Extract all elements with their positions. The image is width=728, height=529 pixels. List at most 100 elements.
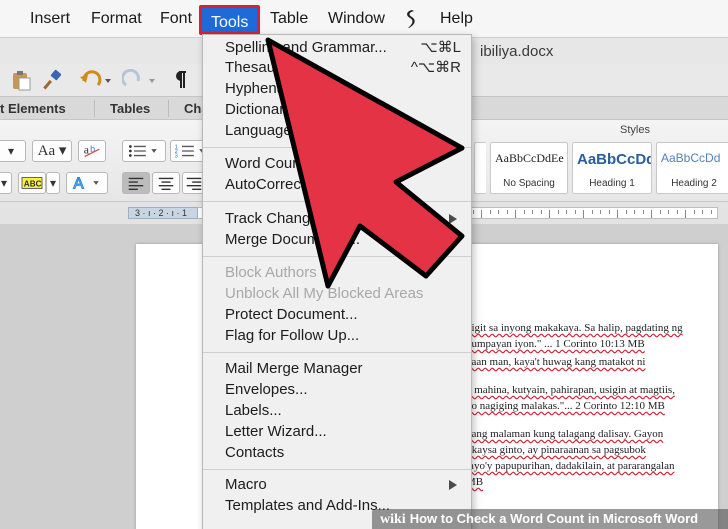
ruler-tick bbox=[591, 210, 593, 214]
highlight-dropdown[interactable]: ▾ bbox=[46, 172, 60, 194]
format-painter-icon[interactable] bbox=[42, 69, 64, 91]
ruler-tick bbox=[668, 210, 669, 214]
styles-group-label: Styles bbox=[620, 124, 650, 136]
ruler-margin: 3 · ı · 2 · ı · 1 bbox=[128, 207, 198, 219]
menu-format[interactable]: Format bbox=[91, 8, 142, 30]
submenu-arrow-icon bbox=[449, 214, 457, 224]
document-title: ibiliya.docx bbox=[480, 43, 554, 60]
ruler-tick bbox=[608, 210, 610, 214]
style-heading-2[interactable]: AaBbCcDd Heading 2 bbox=[656, 142, 728, 194]
ruler-tick bbox=[472, 210, 474, 214]
menu-item-merge-documents[interactable]: Merge Documents... bbox=[225, 231, 360, 249]
ruler-tick bbox=[566, 210, 567, 214]
menu-tools[interactable]: Tools bbox=[199, 5, 261, 35]
watermark-text: How to Check a Word Count in Microsoft W… bbox=[409, 511, 699, 526]
ruler-tick bbox=[532, 210, 533, 214]
style-sample: AaBbCcDd bbox=[661, 151, 721, 165]
menu-item-templates-addins[interactable]: Templates and Add-Ins... bbox=[225, 497, 390, 515]
menu-item-dictionary[interactable]: Dictionary... bbox=[225, 101, 303, 119]
ruler-tick bbox=[659, 210, 661, 214]
menu-separator bbox=[203, 147, 471, 148]
ruler-tick bbox=[498, 210, 499, 214]
paste-icon[interactable] bbox=[10, 69, 32, 91]
show-formatting-icon[interactable] bbox=[172, 69, 188, 91]
style-name: No Spacing bbox=[503, 178, 555, 189]
menu-separator bbox=[203, 469, 471, 470]
tab-tables[interactable]: Tables bbox=[110, 101, 150, 116]
menu-separator bbox=[203, 201, 471, 202]
style-sample: AaBbCcDd bbox=[577, 151, 652, 168]
redo-icon[interactable] bbox=[122, 69, 158, 91]
menu-item-block-authors: Block Authors bbox=[225, 264, 317, 281]
style-heading-1[interactable]: AaBbCcDd Heading 1 bbox=[572, 142, 652, 194]
clear-formatting-icon[interactable]: ab bbox=[78, 140, 106, 162]
ruler-tick bbox=[481, 210, 482, 218]
align-center-icon[interactable] bbox=[152, 172, 180, 194]
ruler-tick bbox=[583, 210, 584, 218]
menu-table[interactable]: Table bbox=[270, 8, 308, 30]
menu-item-contacts[interactable]: Contacts bbox=[225, 444, 284, 462]
ruler-tick bbox=[489, 210, 491, 214]
screenshot-frame: Insert Format Font Tools Table Window He… bbox=[0, 0, 728, 529]
menu-item-labels[interactable]: Labels... bbox=[225, 402, 282, 420]
menu-item-thesaurus[interactable]: Thesaurus... bbox=[225, 59, 308, 77]
undo-icon[interactable] bbox=[78, 69, 114, 91]
ruler-tick bbox=[549, 210, 550, 218]
ruler-tick bbox=[651, 210, 652, 218]
font-color-dropdown[interactable]: ▾ bbox=[0, 172, 12, 194]
ruler-tick bbox=[702, 210, 703, 214]
menu-item-mail-merge-manager[interactable]: Mail Merge Manager bbox=[225, 360, 363, 378]
ruler-tick bbox=[506, 210, 508, 214]
tab-document-elements[interactable]: t Elements bbox=[0, 101, 66, 116]
menu-item-letter-wizard[interactable]: Letter Wizard... bbox=[225, 423, 327, 441]
doc-text-line: gumpayan iyon." ... 1 Corinto 10:13 MB bbox=[466, 338, 645, 350]
menu-item-envelopes[interactable]: Envelopes... bbox=[225, 381, 308, 399]
menu-item-hyphenation[interactable]: Hyphenation... bbox=[225, 80, 322, 98]
menu-item-autocorrect[interactable]: AutoCorrect... bbox=[225, 176, 318, 194]
tools-menu-dropdown: Spelling and Grammar... ⌥⌘L Thesaurus...… bbox=[202, 34, 472, 529]
svg-text:ABC: ABC bbox=[24, 180, 42, 189]
menu-separator bbox=[203, 256, 471, 257]
bullet-list-icon[interactable] bbox=[122, 140, 166, 162]
svg-text:A: A bbox=[73, 175, 84, 192]
menu-item-track-changes[interactable]: Track Changes bbox=[225, 210, 326, 228]
menu-item-language[interactable]: Language... bbox=[225, 122, 304, 140]
tab-separator bbox=[94, 100, 95, 117]
watermark-brand: wiki bbox=[380, 512, 406, 527]
menu-font[interactable]: Font bbox=[160, 8, 192, 30]
ruler-tick bbox=[515, 210, 516, 218]
change-case-button[interactable]: Aa ▾ bbox=[32, 140, 72, 162]
menu-item-macro[interactable]: Macro bbox=[225, 476, 267, 494]
ruler-tick bbox=[642, 210, 644, 214]
doc-text-line: pang malaman kung talagang dalisay. Gayo… bbox=[466, 428, 664, 440]
doc-text-line: yaan man, kaya't huwag kang matakot ni bbox=[466, 356, 646, 368]
style-name: Heading 2 bbox=[671, 178, 717, 189]
menu-help[interactable]: Help bbox=[440, 8, 473, 30]
ruler-tick bbox=[600, 210, 601, 214]
style-card-partial[interactable] bbox=[474, 142, 486, 194]
style-no-spacing[interactable]: AaBbCcDdEe No Spacing bbox=[490, 142, 568, 194]
shortcut-thesaurus: ^⌥⌘R bbox=[410, 59, 461, 76]
align-left-icon[interactable] bbox=[122, 172, 150, 194]
ruler-tick bbox=[625, 210, 627, 214]
menu-item-unblock-areas: Unblock All My Blocked Areas bbox=[225, 285, 424, 302]
menu-separator bbox=[203, 352, 471, 353]
doc-text-line: higit sa inyong makakaya. Sa halip, pagd… bbox=[466, 322, 683, 334]
menu-item-flag-follow-up[interactable]: Flag for Follow Up... bbox=[225, 327, 359, 345]
menu-item-spelling-grammar[interactable]: Spelling and Grammar... bbox=[225, 39, 387, 57]
text-size-button[interactable]: ▾ bbox=[0, 140, 26, 162]
style-sample: AaBbCcDdEe bbox=[495, 151, 564, 165]
script-menu-icon[interactable] bbox=[402, 9, 418, 29]
ruler-tick bbox=[617, 210, 618, 218]
ruler-tick bbox=[676, 210, 678, 214]
tab-separator bbox=[168, 100, 169, 117]
doc-text-line: tayo'y papupurihan, dadakilain, at parar… bbox=[466, 460, 675, 472]
menu-item-word-count[interactable]: Word Count... bbox=[225, 155, 317, 173]
menu-item-protect-document[interactable]: Protect Document... bbox=[225, 306, 358, 324]
menu-insert[interactable]: Insert bbox=[30, 8, 70, 30]
highlight-icon[interactable]: ABC bbox=[18, 172, 46, 194]
ruler-tick bbox=[557, 210, 559, 214]
menu-window[interactable]: Window bbox=[328, 8, 385, 30]
text-effects-icon[interactable]: A bbox=[66, 172, 108, 194]
ruler-tick bbox=[574, 210, 576, 214]
